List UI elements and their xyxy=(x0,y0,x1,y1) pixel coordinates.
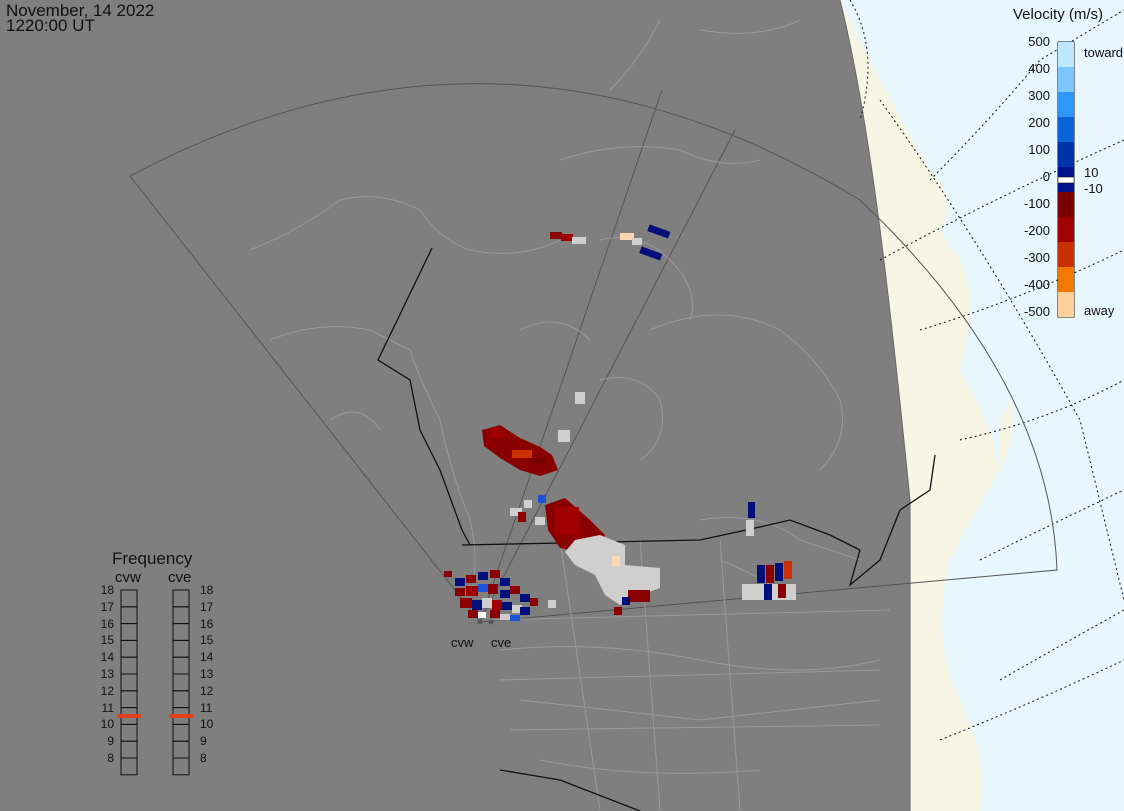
frequency-cell xyxy=(172,606,190,625)
frequency-radar-label-cvw: cvw xyxy=(115,569,141,586)
site-cve-marker xyxy=(488,619,494,625)
velocity-tick-label: -100 xyxy=(1023,196,1050,211)
frequency-marker-cve xyxy=(169,714,193,718)
colorbar-segment xyxy=(1058,142,1074,167)
frequency-cell xyxy=(120,757,138,776)
velocity-tick-label: -300 xyxy=(1023,250,1050,265)
velocity-tick-label: 300 xyxy=(1028,88,1050,103)
minus-ten-label: -10 xyxy=(1084,181,1103,196)
velocity-colorbar xyxy=(1057,41,1075,318)
frequency-level-label: 15 xyxy=(100,633,114,648)
backscatter-echoes xyxy=(444,224,796,621)
away-label: away xyxy=(1084,303,1115,318)
colorbar-segment xyxy=(1058,92,1074,117)
map-canvas xyxy=(117,0,1124,811)
velocity-tick-label: 500 xyxy=(1028,34,1050,49)
radar-plot: November, 14 2022 1220:00 UT Velocity (m… xyxy=(0,0,1124,811)
site-cvw-marker xyxy=(477,619,483,625)
site-label-cvw: cvw xyxy=(451,635,474,650)
frequency-cell xyxy=(172,723,190,742)
frequency-cell xyxy=(172,656,190,675)
frequency-cell xyxy=(120,606,138,625)
velocity-tick-label: -400 xyxy=(1023,277,1050,292)
frequency-cell xyxy=(172,639,190,658)
colorbar-segment xyxy=(1058,42,1074,67)
frequency-cell xyxy=(120,673,138,692)
frequency-level-label: 8 xyxy=(200,751,207,765)
frequency-cell xyxy=(172,623,190,641)
colorbar-segment xyxy=(1058,192,1074,217)
frequency-level-label: 9 xyxy=(107,734,114,749)
frequency-level-label: 14 xyxy=(200,650,214,665)
frequency-level-label: 11 xyxy=(101,700,114,715)
frequency-level-label: 10 xyxy=(100,717,114,732)
frequency-cell xyxy=(172,690,190,709)
frequency-cell xyxy=(120,740,138,759)
frequency-level-label: 17 xyxy=(100,599,114,614)
velocity-tick-label: -200 xyxy=(1023,223,1050,238)
frequency-level-label: 10 xyxy=(200,717,214,732)
frequency-level-label: 11 xyxy=(200,700,213,715)
frequency-level-label: 15 xyxy=(200,633,214,648)
frequency-cell xyxy=(172,757,190,776)
frequency-level-label: 16 xyxy=(100,616,114,631)
frequency-cell xyxy=(120,589,138,608)
colorbar-segment xyxy=(1058,117,1074,142)
frequency-level-label: 12 xyxy=(200,683,214,698)
colorbar-segment xyxy=(1058,267,1074,292)
frequency-cell xyxy=(172,740,190,759)
frequency-level-label: 14 xyxy=(100,650,114,665)
site-label-cve: cve xyxy=(491,635,512,650)
frequency-cell xyxy=(120,623,138,641)
colorbar-segment xyxy=(1058,67,1074,92)
colorbar-segment xyxy=(1058,242,1074,267)
frequency-level-label: 18 xyxy=(100,583,114,597)
frequency-level-label: 8 xyxy=(107,751,114,765)
frequency-level-label: 13 xyxy=(200,667,214,681)
frequency-level-label: 13 xyxy=(100,667,114,681)
frequency-cell xyxy=(120,690,138,709)
frequency-level-label: 9 xyxy=(200,734,207,749)
frequency-cell xyxy=(120,723,138,742)
country-borders xyxy=(377,247,936,811)
frequency-panel xyxy=(117,589,193,776)
colorbar-segment xyxy=(1058,292,1074,317)
velocity-scale-title: Velocity (m/s) xyxy=(1013,6,1104,23)
frequency-level-label: 12 xyxy=(100,683,114,698)
velocity-tick-label: 200 xyxy=(1028,115,1050,130)
frequency-level-label: 17 xyxy=(200,599,214,614)
frequency-cell xyxy=(172,673,190,692)
frequency-cell xyxy=(120,639,138,658)
velocity-tick-label: 100 xyxy=(1028,142,1050,157)
frequency-title: Frequency xyxy=(112,549,193,568)
coastlines xyxy=(249,19,881,774)
toward-label: toward xyxy=(1084,45,1124,60)
frequency-cell xyxy=(172,589,190,608)
province-borders xyxy=(489,539,891,811)
velocity-tick-label: -500 xyxy=(1023,304,1050,319)
plus-ten-label: 10 xyxy=(1084,165,1099,180)
frequency-level-label: 16 xyxy=(200,616,214,631)
frequency-radar-label-cve: cve xyxy=(168,569,192,586)
frequency-marker-cvw xyxy=(117,714,141,718)
frequency-level-label: 18 xyxy=(200,583,214,597)
velocity-tick-label: 400 xyxy=(1028,61,1050,76)
frequency-cell xyxy=(120,656,138,675)
time-label: 1220:00 UT xyxy=(6,16,95,35)
colorbar-segment xyxy=(1058,217,1074,242)
velocity-tick-label: 0 xyxy=(1042,169,1050,184)
